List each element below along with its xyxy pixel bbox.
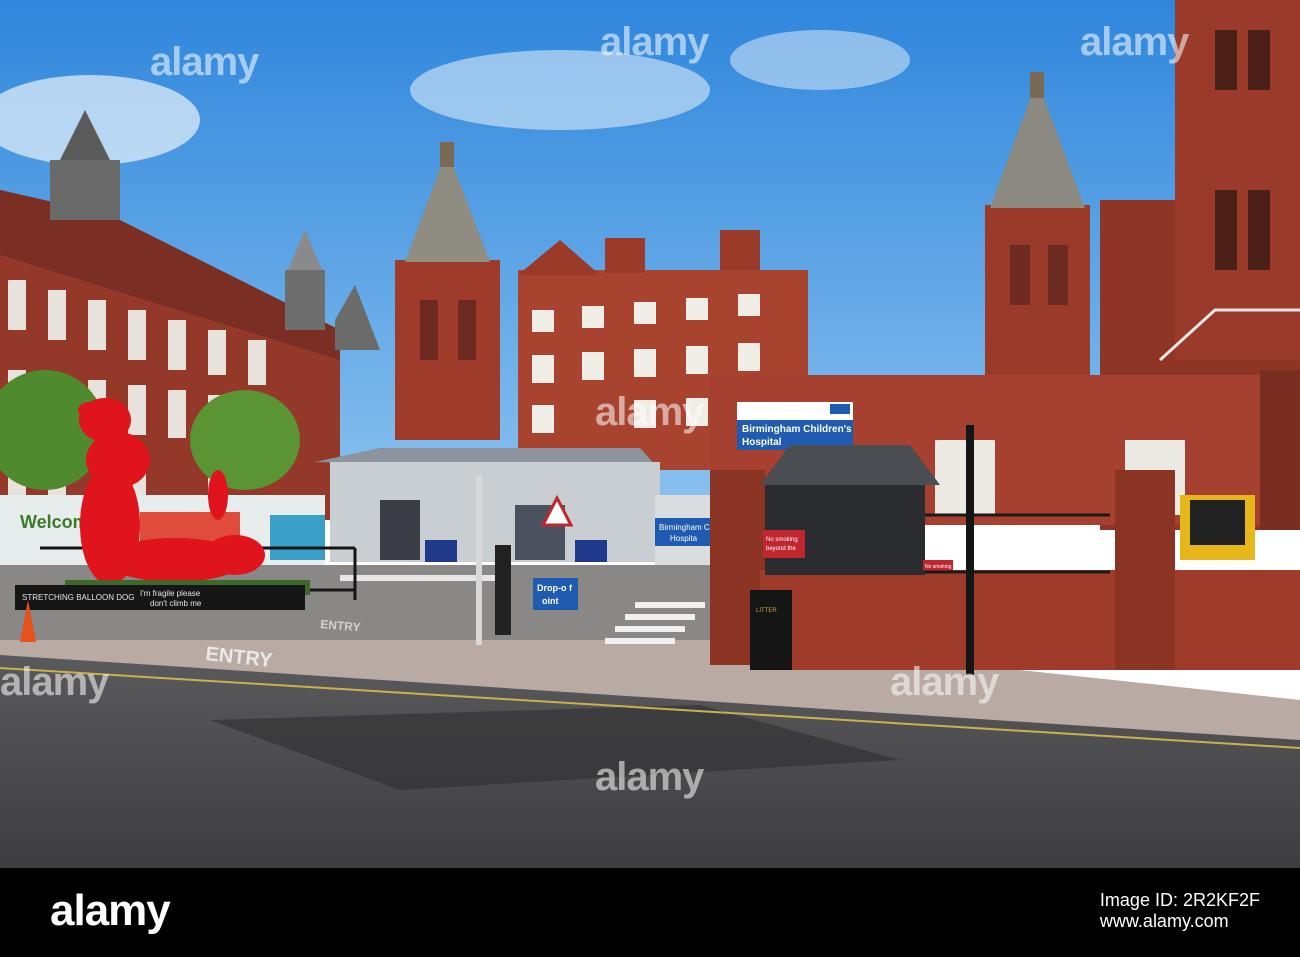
dropoff-line2: oint: [542, 596, 559, 606]
hospital-sign-line2: Hospital: [742, 437, 782, 448]
no-smoking-line2: beyond the: [766, 546, 796, 552]
no-smoking-small: No smoking: [925, 564, 952, 570]
plaque-line1: I'm fragile please: [140, 589, 201, 598]
bin-label: LITTER: [756, 608, 777, 614]
watermark: alamy: [1080, 20, 1189, 64]
image-id-line: Image ID: 2R2KF2F: [1100, 890, 1260, 911]
no-smoking-sign: No smoking beyond the: [763, 530, 805, 558]
image-id: 2R2KF2F: [1182, 890, 1260, 910]
footer-info: Image ID: 2R2KF2F www.alamy.com: [1100, 890, 1260, 932]
cloud: [730, 30, 910, 90]
hospital-sign-line1: Birmingham Children's: [742, 424, 852, 435]
dropoff-sign: Drop-o f oint: [533, 578, 578, 610]
litter-bin: LITTER: [750, 590, 792, 670]
watermark: alamy: [600, 20, 709, 64]
no-smoking-line1: No smoking: [766, 537, 798, 543]
sign-post: [476, 475, 482, 645]
watermark: alamy: [890, 660, 999, 704]
watermark: alamy: [595, 755, 704, 799]
inner-hospital-sign: Birmingham Ch Hospita: [655, 518, 715, 546]
watermark: alamy: [595, 390, 704, 434]
alamy-logo: alamy: [50, 886, 171, 935]
inner-sign-line1: Birmingham Ch: [659, 523, 714, 532]
image-id-label: Image ID:: [1099, 890, 1178, 910]
plaque-name: STRETCHING BALLOON DOG: [22, 593, 134, 602]
entrance-canopy: [315, 448, 710, 565]
union-flag: [425, 540, 457, 562]
footer-bar: alamy Image ID: 2R2KF2F www.alamy.com: [0, 868, 1300, 957]
hospital-sign: Birmingham Children's Hospital: [737, 402, 853, 450]
digger: [1180, 495, 1255, 560]
watermark: alamy: [150, 40, 259, 84]
plaque-line2: don't climb me: [150, 599, 202, 608]
sculpture-plaque: STRETCHING BALLOON DOG I'm fragile pleas…: [15, 585, 305, 610]
footer-url: www.alamy.com: [1099, 911, 1229, 931]
union-flag: [575, 540, 607, 562]
watermark: alamy: [0, 660, 109, 704]
no-smoking-small-sign: No smoking: [923, 560, 953, 570]
dropoff-line1: Drop-o f: [537, 583, 573, 593]
tree: [190, 390, 300, 490]
inner-sign-line2: Hospita: [670, 534, 698, 543]
photo: Birmingham Ch Hospita Birmingham Childre…: [0, 0, 1300, 868]
lamp-post: [966, 425, 974, 675]
